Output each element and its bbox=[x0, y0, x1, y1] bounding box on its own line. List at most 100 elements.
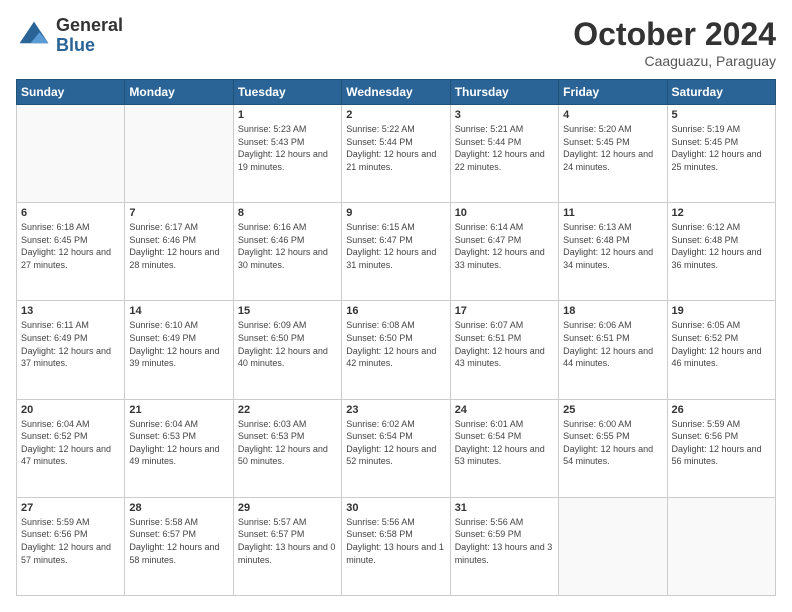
calendar-cell: 29 Sunrise: 5:57 AM Sunset: 6:57 PM Dayli… bbox=[233, 497, 341, 595]
page: General Blue October 2024 Caaguazu, Para… bbox=[0, 0, 792, 612]
day-number: 17 bbox=[455, 305, 554, 317]
calendar-cell: 2 Sunrise: 5:22 AM Sunset: 5:44 PM Daylig… bbox=[342, 105, 450, 203]
location: Caaguazu, Paraguay bbox=[573, 53, 776, 69]
day-number: 15 bbox=[238, 305, 337, 317]
day-number: 3 bbox=[455, 109, 554, 121]
day-info: Sunrise: 6:01 AM Sunset: 6:54 PM Dayligh… bbox=[455, 418, 554, 468]
calendar-cell: 20Sunrise: 6:04 AM Sunset: 6:52 PM Dayli… bbox=[17, 399, 125, 497]
day-number: 4 bbox=[563, 109, 662, 121]
calendar-cell: 13 Sunrise: 6:11 AM Sunset: 6:49 PM Dayli… bbox=[17, 301, 125, 399]
week-row-2: 6 Sunrise: 6:18 AM Sunset: 6:45 PM Daylig… bbox=[17, 203, 776, 301]
calendar-cell: 7Sunrise: 6:17 AM Sunset: 6:46 PM Daylig… bbox=[125, 203, 233, 301]
day-info: Sunrise: 5:56 AM Sunset: 6:59 PM Dayligh… bbox=[455, 516, 554, 566]
day-header-thursday: Thursday bbox=[450, 80, 558, 105]
day-number: 9 bbox=[346, 207, 445, 219]
day-info: Sunrise: 6:10 AM Sunset: 6:49 PM Dayligh… bbox=[129, 319, 228, 369]
day-info: Sunrise: 6:18 AM Sunset: 6:45 PM Dayligh… bbox=[21, 221, 120, 271]
week-row-3: 13 Sunrise: 6:11 AM Sunset: 6:49 PM Dayli… bbox=[17, 301, 776, 399]
day-info: Sunrise: 5:56 AM Sunset: 6:58 PM Dayligh… bbox=[346, 516, 445, 566]
day-info: Sunrise: 6:13 AM Sunset: 6:48 PM Dayligh… bbox=[563, 221, 662, 271]
day-info: Sunrise: 5:58 AM Sunset: 6:57 PM Dayligh… bbox=[129, 516, 228, 566]
calendar-cell: 9 Sunrise: 6:15 AM Sunset: 6:47 PM Daylig… bbox=[342, 203, 450, 301]
calendar-cell: 27 Sunrise: 5:59 AM Sunset: 6:56 PM Dayli… bbox=[17, 497, 125, 595]
day-number: 20 bbox=[21, 404, 120, 416]
day-info: Sunrise: 6:05 AM Sunset: 6:52 PM Dayligh… bbox=[672, 319, 771, 369]
day-info: Sunrise: 5:59 AM Sunset: 6:56 PM Dayligh… bbox=[672, 418, 771, 468]
day-number: 29 bbox=[238, 502, 337, 514]
day-number: 24 bbox=[455, 404, 554, 416]
day-number: 2 bbox=[346, 109, 445, 121]
calendar-cell bbox=[667, 497, 775, 595]
day-info: Sunrise: 6:15 AM Sunset: 6:47 PM Dayligh… bbox=[346, 221, 445, 271]
day-number: 12 bbox=[672, 207, 771, 219]
calendar-cell: 21 Sunrise: 6:04 AM Sunset: 6:53 PM Dayli… bbox=[125, 399, 233, 497]
logo-icon bbox=[16, 18, 52, 54]
calendar-cell: 19Sunrise: 6:05 AM Sunset: 6:52 PM Dayli… bbox=[667, 301, 775, 399]
day-number: 13 bbox=[21, 305, 120, 317]
calendar-cell: 16Sunrise: 6:08 AM Sunset: 6:50 PM Dayli… bbox=[342, 301, 450, 399]
day-number: 16 bbox=[346, 305, 445, 317]
calendar-cell: 28 Sunrise: 5:58 AM Sunset: 6:57 PM Dayli… bbox=[125, 497, 233, 595]
calendar-cell: 18 Sunrise: 6:06 AM Sunset: 6:51 PM Dayli… bbox=[559, 301, 667, 399]
calendar-cell: 12 Sunrise: 6:12 AM Sunset: 6:48 PM Dayli… bbox=[667, 203, 775, 301]
calendar-cell: 22 Sunrise: 6:03 AM Sunset: 6:53 PM Dayli… bbox=[233, 399, 341, 497]
day-number: 23 bbox=[346, 404, 445, 416]
day-info: Sunrise: 6:03 AM Sunset: 6:53 PM Dayligh… bbox=[238, 418, 337, 468]
calendar-cell: 1 Sunrise: 5:23 AM Sunset: 5:43 PM Daylig… bbox=[233, 105, 341, 203]
calendar-cell: 30 Sunrise: 5:56 AM Sunset: 6:58 PM Dayli… bbox=[342, 497, 450, 595]
day-info: Sunrise: 6:11 AM Sunset: 6:49 PM Dayligh… bbox=[21, 319, 120, 369]
calendar-cell: 8Sunrise: 6:16 AM Sunset: 6:46 PM Daylig… bbox=[233, 203, 341, 301]
day-number: 7 bbox=[129, 207, 228, 219]
day-number: 11 bbox=[563, 207, 662, 219]
day-number: 28 bbox=[129, 502, 228, 514]
day-number: 21 bbox=[129, 404, 228, 416]
day-number: 26 bbox=[672, 404, 771, 416]
day-info: Sunrise: 5:22 AM Sunset: 5:44 PM Dayligh… bbox=[346, 123, 445, 173]
day-number: 5 bbox=[672, 109, 771, 121]
day-number: 1 bbox=[238, 109, 337, 121]
day-number: 6 bbox=[21, 207, 120, 219]
day-number: 14 bbox=[129, 305, 228, 317]
calendar-table: SundayMondayTuesdayWednesdayThursdayFrid… bbox=[16, 79, 776, 596]
day-info: Sunrise: 6:12 AM Sunset: 6:48 PM Dayligh… bbox=[672, 221, 771, 271]
calendar-cell: 26 Sunrise: 5:59 AM Sunset: 6:56 PM Dayli… bbox=[667, 399, 775, 497]
calendar-cell: 25Sunrise: 6:00 AM Sunset: 6:55 PM Dayli… bbox=[559, 399, 667, 497]
day-number: 22 bbox=[238, 404, 337, 416]
day-info: Sunrise: 5:59 AM Sunset: 6:56 PM Dayligh… bbox=[21, 516, 120, 566]
logo-blue: Blue bbox=[56, 36, 123, 56]
day-info: Sunrise: 6:02 AM Sunset: 6:54 PM Dayligh… bbox=[346, 418, 445, 468]
calendar-cell: 24 Sunrise: 6:01 AM Sunset: 6:54 PM Dayli… bbox=[450, 399, 558, 497]
day-number: 31 bbox=[455, 502, 554, 514]
day-info: Sunrise: 5:57 AM Sunset: 6:57 PM Dayligh… bbox=[238, 516, 337, 566]
day-header-sunday: Sunday bbox=[17, 80, 125, 105]
day-info: Sunrise: 6:14 AM Sunset: 6:47 PM Dayligh… bbox=[455, 221, 554, 271]
day-info: Sunrise: 6:04 AM Sunset: 6:53 PM Dayligh… bbox=[129, 418, 228, 468]
calendar-cell bbox=[17, 105, 125, 203]
header: General Blue October 2024 Caaguazu, Para… bbox=[16, 16, 776, 69]
calendar-cell: 4Sunrise: 5:20 AM Sunset: 5:45 PM Daylig… bbox=[559, 105, 667, 203]
week-row-1: 1 Sunrise: 5:23 AM Sunset: 5:43 PM Daylig… bbox=[17, 105, 776, 203]
logo-text: General Blue bbox=[56, 16, 123, 56]
month-title: October 2024 bbox=[573, 16, 776, 53]
calendar-cell: 10 Sunrise: 6:14 AM Sunset: 6:47 PM Dayli… bbox=[450, 203, 558, 301]
calendar-cell: 23 Sunrise: 6:02 AM Sunset: 6:54 PM Dayli… bbox=[342, 399, 450, 497]
calendar-cell: 3Sunrise: 5:21 AM Sunset: 5:44 PM Daylig… bbox=[450, 105, 558, 203]
day-number: 8 bbox=[238, 207, 337, 219]
logo: General Blue bbox=[16, 16, 123, 56]
logo-general: General bbox=[56, 16, 123, 36]
day-info: Sunrise: 5:23 AM Sunset: 5:43 PM Dayligh… bbox=[238, 123, 337, 173]
title-block: October 2024 Caaguazu, Paraguay bbox=[573, 16, 776, 69]
calendar-cell: 11 Sunrise: 6:13 AM Sunset: 6:48 PM Dayli… bbox=[559, 203, 667, 301]
calendar-cell: 15Sunrise: 6:09 AM Sunset: 6:50 PM Dayli… bbox=[233, 301, 341, 399]
day-info: Sunrise: 6:07 AM Sunset: 6:51 PM Dayligh… bbox=[455, 319, 554, 369]
day-number: 10 bbox=[455, 207, 554, 219]
day-number: 18 bbox=[563, 305, 662, 317]
calendar-cell: 17 Sunrise: 6:07 AM Sunset: 6:51 PM Dayli… bbox=[450, 301, 558, 399]
day-number: 30 bbox=[346, 502, 445, 514]
day-info: Sunrise: 6:06 AM Sunset: 6:51 PM Dayligh… bbox=[563, 319, 662, 369]
day-info: Sunrise: 5:19 AM Sunset: 5:45 PM Dayligh… bbox=[672, 123, 771, 173]
day-header-tuesday: Tuesday bbox=[233, 80, 341, 105]
calendar-header-row: SundayMondayTuesdayWednesdayThursdayFrid… bbox=[17, 80, 776, 105]
day-number: 27 bbox=[21, 502, 120, 514]
day-header-saturday: Saturday bbox=[667, 80, 775, 105]
